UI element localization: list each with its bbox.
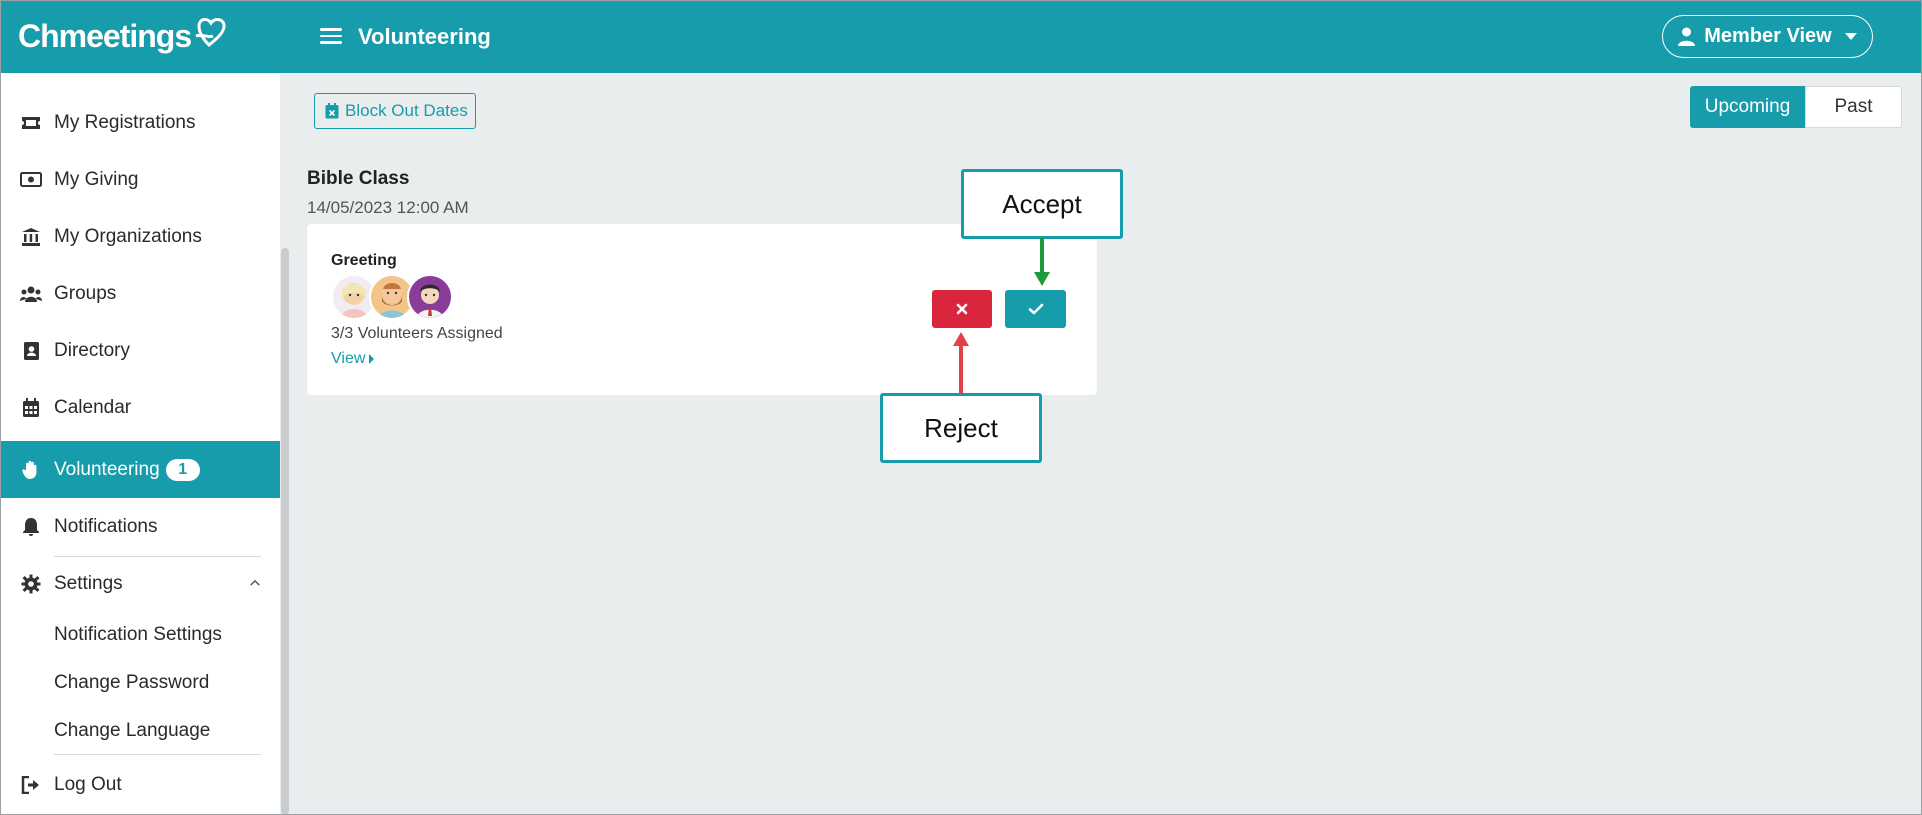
- sidebar-scrollbar[interactable]: [281, 248, 289, 815]
- sidebar-item-logout[interactable]: Log Out: [0, 756, 280, 813]
- view-link-label: View: [331, 350, 366, 367]
- tab-upcoming[interactable]: Upcoming: [1690, 86, 1805, 128]
- sidebar-item-label: My Giving: [54, 168, 139, 190]
- sidebar: My Registrations My Giving My Organizati…: [0, 73, 280, 815]
- sidebar-item-label: Volunteering: [54, 458, 160, 480]
- sidebar-item-label: My Organizations: [54, 225, 202, 247]
- users-icon: [20, 283, 42, 305]
- gear-icon: [20, 573, 42, 595]
- chevron-up-icon[interactable]: [250, 578, 260, 588]
- reject-arrow-icon: [953, 332, 969, 394]
- sidebar-item-calendar[interactable]: Calendar: [0, 379, 280, 436]
- sidebar-item-label: My Registrations: [54, 111, 196, 133]
- calendar-x-icon: [325, 103, 339, 119]
- avatar: [407, 274, 453, 320]
- logout-icon: [20, 774, 42, 796]
- page-title: Volunteering: [358, 24, 491, 49]
- sidebar-item-groups[interactable]: Groups: [0, 265, 280, 322]
- top-header: Chmeetings Volunteering Member View: [0, 0, 1922, 73]
- close-icon: [956, 303, 968, 315]
- hamburger-menu-icon[interactable]: [320, 24, 344, 48]
- reject-button[interactable]: [932, 290, 992, 328]
- volunteers-assigned-count: 3/3 Volunteers Assigned: [331, 325, 503, 342]
- block-out-dates-label: Block Out Dates: [345, 101, 468, 120]
- sidebar-item-label: Log Out: [54, 773, 122, 795]
- volunteer-avatars: [331, 274, 461, 320]
- block-out-dates-button[interactable]: Block Out Dates: [314, 93, 476, 129]
- sidebar-item-my-organizations[interactable]: My Organizations: [0, 208, 280, 265]
- settings-subitem-change-password[interactable]: Change Password: [54, 672, 209, 694]
- event-date: 14/05/2023 12:00 AM: [307, 198, 469, 217]
- member-view-dropdown[interactable]: Member View: [1662, 15, 1873, 58]
- sidebar-item-directory[interactable]: Directory: [0, 322, 280, 379]
- user-icon: [1678, 27, 1696, 46]
- logo-text: Chmeetings: [18, 18, 192, 54]
- member-view-label: Member View: [1704, 25, 1832, 47]
- sidebar-item-label: Groups: [54, 282, 117, 304]
- sidebar-item-notifications[interactable]: Notifications: [0, 498, 280, 555]
- calendar-icon: [20, 397, 42, 419]
- caret-down-icon: [1844, 33, 1857, 40]
- settings-subitem-change-language[interactable]: Change Language: [54, 720, 210, 742]
- sidebar-item-settings[interactable]: Settings: [0, 555, 280, 612]
- money-icon: [20, 169, 42, 191]
- volunteering-count-badge: 1: [165, 458, 200, 481]
- accept-arrow-icon: [1034, 238, 1050, 286]
- sidebar-item-label: Directory: [54, 339, 131, 361]
- view-link[interactable]: View: [331, 350, 375, 368]
- divider: [54, 754, 261, 755]
- address-book-icon: [20, 340, 42, 362]
- accept-button[interactable]: [1005, 290, 1066, 328]
- bell-icon: [20, 516, 42, 538]
- app-logo[interactable]: Chmeetings: [18, 17, 229, 55]
- heart-logo-icon: [195, 17, 226, 47]
- sidebar-item-my-giving[interactable]: My Giving: [0, 151, 280, 208]
- event-title: Bible Class: [307, 168, 410, 189]
- bank-icon: [20, 226, 42, 248]
- check-icon: [1028, 303, 1043, 315]
- reject-callout: Reject: [880, 393, 1042, 463]
- caret-right-icon: [369, 354, 375, 364]
- sidebar-item-label: Settings: [54, 572, 123, 594]
- settings-subitem-notification-settings[interactable]: Notification Settings: [54, 624, 222, 646]
- hand-icon: [20, 459, 42, 481]
- ticket-icon: [20, 112, 42, 134]
- accept-callout: Accept: [961, 169, 1123, 239]
- sidebar-item-my-registrations[interactable]: My Registrations: [0, 94, 280, 151]
- sidebar-item-label: Notifications: [54, 515, 158, 537]
- tab-past[interactable]: Past: [1805, 86, 1902, 128]
- sidebar-item-label: Calendar: [54, 396, 132, 418]
- role-name: Greeting: [331, 252, 397, 269]
- sidebar-item-volunteering[interactable]: Volunteering 1: [0, 441, 280, 498]
